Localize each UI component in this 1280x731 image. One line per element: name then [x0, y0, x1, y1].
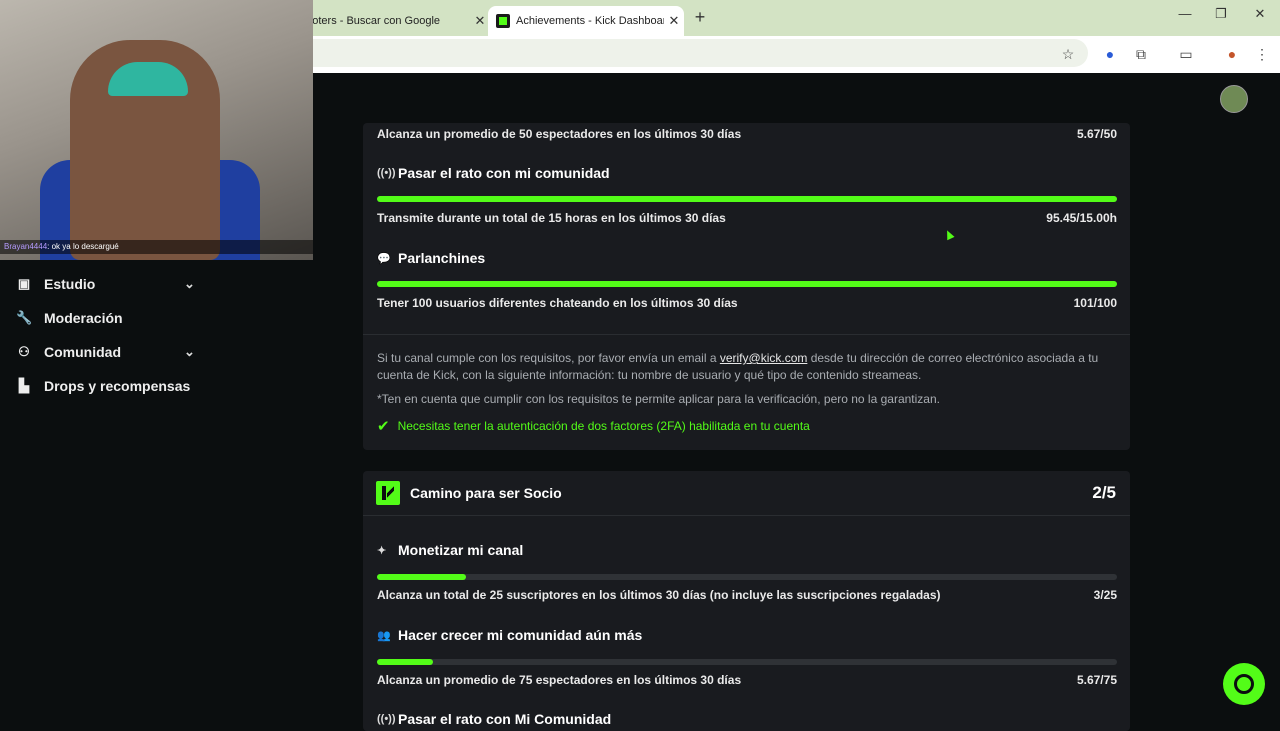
webcam-overlay: Brayan4444: ok ya lo descargué: [0, 0, 313, 260]
requirement-row: Tener 100 usuarios diferentes chateando …: [377, 296, 1117, 310]
requirement-text: Alcanza un total de 25 suscriptores en l…: [377, 588, 941, 602]
requirement-row: Alcanza un total de 25 suscriptores en l…: [377, 588, 1117, 602]
requirement-value: 5.67/75: [1076, 673, 1117, 687]
chat-bubble-icon: 💬: [377, 252, 391, 265]
verification-card: Alcanza un promedio de 50 espectadores e…: [363, 123, 1130, 450]
progress-bar: [377, 659, 1117, 665]
close-window-button[interactable]: ✕: [1245, 6, 1275, 22]
webcam-chat-line: Brayan4444: ok ya lo descargué: [0, 240, 313, 254]
requirement-row: Alcanza un promedio de 75 espectadores e…: [377, 673, 1117, 687]
broadcast-icon: ((•)): [377, 167, 396, 179]
achievement-title-text: Hacer crecer mi comunidad aún más: [398, 627, 643, 643]
progress-fill: [377, 574, 466, 580]
tab-title: hooters - Buscar con Google: [300, 15, 441, 27]
chevron-down-icon[interactable]: ⌄: [184, 344, 195, 360]
twofa-text: Necesitas tener la autenticación de dos …: [397, 419, 810, 433]
requirement-row: Transmite durante un total de 15 horas e…: [377, 211, 1117, 225]
progress-bar: [377, 196, 1117, 202]
requirement-text: Transmite durante un total de 15 horas e…: [377, 211, 726, 225]
requirement-text: Alcanza un promedio de 50 espectadores e…: [377, 127, 742, 141]
achievement-title-text: Pasar el rato con mi comunidad: [398, 165, 610, 181]
progress-bar: [377, 281, 1117, 287]
star-icon[interactable]: ☆: [1058, 44, 1078, 64]
achievement-title-text: Monetizar mi canal: [398, 542, 524, 558]
new-tab-button[interactable]: +: [690, 6, 710, 30]
maximize-button[interactable]: ❐: [1206, 6, 1236, 22]
webcam-cap: [108, 62, 188, 96]
requirement-value: 5.67/50: [1076, 127, 1117, 141]
community-icon: ⚇: [18, 344, 30, 359]
twofa-requirement: ✔ Necesitas tener la autenticación de do…: [377, 417, 810, 435]
broadcast-icon: ((•)): [377, 713, 396, 725]
people-icon: 👥: [377, 629, 391, 642]
sidebar-item-label: Estudio: [44, 276, 96, 292]
extension-icon[interactable]: ●: [1100, 44, 1120, 64]
sidebar-item-estudio[interactable]: ▣ Estudio ⌄: [0, 267, 215, 301]
requirement-value: 101/100: [1073, 296, 1117, 310]
check-icon: ✔: [377, 418, 390, 435]
requirement-text: Alcanza un promedio de 75 espectadores e…: [377, 673, 742, 687]
divider: [363, 334, 1130, 335]
requirement-text: Tener 100 usuarios diferentes chateando …: [377, 296, 738, 310]
profile-icon[interactable]: ●: [1222, 44, 1242, 64]
achievement-title-text: Pasar el rato con Mi Comunidad: [398, 711, 612, 727]
partner-card: Camino para ser Socio 2/5 ✦ Monetizar mi…: [363, 471, 1130, 731]
chat-username: Brayan4444: [4, 242, 48, 251]
menu-icon[interactable]: ⋮: [1252, 44, 1272, 64]
achievement-title: ((•)) Pasar el rato con mi comunidad: [377, 165, 610, 181]
info-text: Si tu canal cumple con los requisitos, p…: [377, 351, 720, 365]
close-tab-icon[interactable]: ✕: [664, 13, 684, 29]
sparkle-icon: ✦: [377, 544, 387, 557]
kick-logo-icon: [376, 481, 400, 505]
sidepanel-icon[interactable]: ▭: [1176, 44, 1196, 64]
drops-icon: ▙: [19, 378, 29, 393]
requirement-row: Alcanza un promedio de 50 espectadores e…: [377, 127, 1117, 141]
sidebar-item-drops[interactable]: ▙ Drops y recompensas: [0, 369, 215, 403]
support-chat-button[interactable]: [1223, 663, 1265, 705]
chevron-down-icon[interactable]: ⌄: [184, 276, 195, 292]
sidebar-item-label: Comunidad: [44, 344, 121, 360]
partner-card-progress: 2/5: [1092, 483, 1116, 502]
partner-card-title: Camino para ser Socio: [410, 485, 562, 501]
verification-disclaimer: *Ten en cuenta que cumplir con los requi…: [377, 392, 940, 406]
requirement-value: 95.45/15.00h: [1046, 211, 1117, 225]
divider: [363, 515, 1130, 516]
sidebar-item-label: Drops y recompensas: [44, 378, 191, 394]
address-bar[interactable]: [300, 39, 1088, 67]
verification-info: Si tu canal cumple con los requisitos, p…: [377, 350, 1117, 384]
wrench-icon: 🔧: [16, 310, 33, 325]
achievement-title: ((•)) Pasar el rato con Mi Comunidad: [377, 711, 611, 727]
tab-google-search[interactable]: hooters - Buscar con Google ✕: [300, 6, 490, 36]
minimize-button[interactable]: —: [1170, 6, 1200, 21]
sidebar-item-moderacion[interactable]: 🔧 Moderación: [0, 301, 215, 335]
progress-fill: [377, 196, 1117, 202]
kick-favicon-icon: [496, 14, 510, 28]
achievement-title: 💬 Parlanchines: [377, 250, 485, 266]
requirement-value: 3/25: [1093, 588, 1117, 602]
sidebar-item-label: Moderación: [44, 310, 123, 326]
user-avatar[interactable]: [1220, 85, 1248, 113]
verify-email-link[interactable]: verify@kick.com: [720, 351, 808, 365]
close-tab-icon[interactable]: ✕: [470, 13, 490, 29]
achievement-title: 👥 Hacer crecer mi comunidad aún más: [377, 627, 642, 643]
progress-fill: [377, 659, 434, 665]
chat-message: : ok ya lo descargué: [47, 242, 119, 251]
partner-card-header: Camino para ser Socio 2/5: [363, 471, 1130, 515]
studio-icon: ▣: [17, 276, 31, 291]
achievement-title-text: Parlanchines: [398, 250, 486, 266]
sidebar-item-comunidad[interactable]: ⚇ Comunidad ⌄: [0, 335, 215, 369]
sidebar-nav: ▣ Estudio ⌄ 🔧 Moderación ⚇ Comunidad ⌄ ▙…: [0, 267, 215, 403]
achievement-title: ✦ Monetizar mi canal: [377, 542, 523, 558]
tab-title: Achievements - Kick Dashboard: [516, 15, 664, 27]
progress-bar: [377, 574, 1117, 580]
puzzle-icon[interactable]: ⧉: [1131, 44, 1151, 64]
tab-kick-dashboard[interactable]: Achievements - Kick Dashboard ✕: [488, 6, 684, 36]
progress-fill: [377, 281, 1117, 287]
